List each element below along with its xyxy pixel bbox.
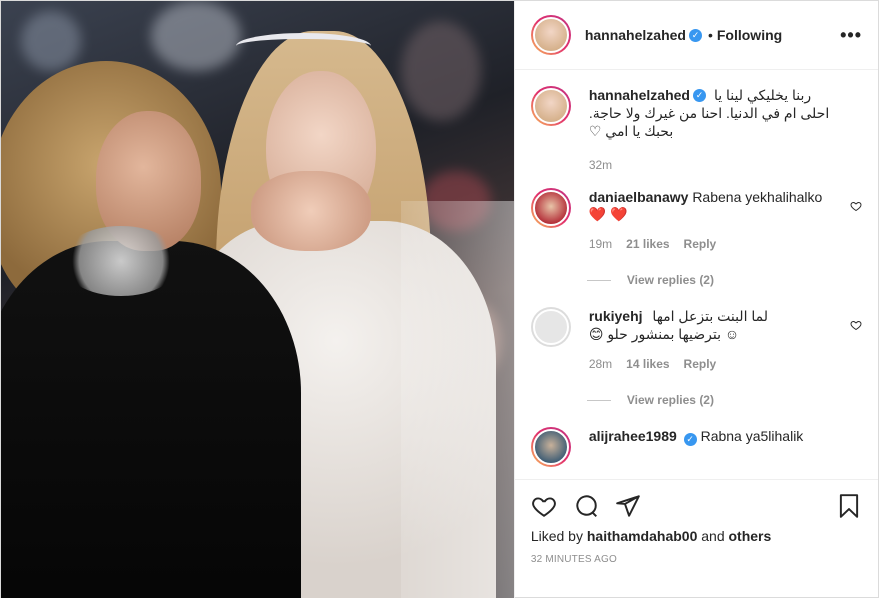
reply-button[interactable]: Reply [684,237,717,251]
post-photo[interactable] [1,1,514,598]
heart-icon[interactable] [531,493,557,519]
instagram-post: hannahelzahed ✓ • Following ••• hannahel… [0,0,879,598]
comment-like-heart-icon[interactable] [850,200,862,212]
comment-time[interactable]: 19m [589,237,612,251]
caption-username[interactable]: hannahelzahed [589,87,690,103]
liked-by-and: and [701,528,725,544]
post-side-panel: hannahelzahed ✓ • Following ••• hannahel… [513,1,878,598]
post-actions: Liked by haithamdahab00 and others 32 MI… [514,479,878,598]
caption-line-3: بحبك يا امي ♡ [588,123,674,139]
reply-button[interactable]: Reply [684,357,717,371]
comment-username[interactable]: rukiyehj [589,308,643,324]
liked-by-user[interactable]: haithamdahab00 [587,528,697,544]
comment-item: alijrahee1989 ✓ Rabna ya5lihalik [530,427,862,467]
bookmark-icon[interactable] [836,493,862,519]
separator-dot: • [707,27,713,43]
caption-avatar[interactable] [530,86,571,126]
comment-like-heart-icon[interactable] [850,319,862,331]
comment-time[interactable]: 28m [589,357,612,371]
comment-icon[interactable] [573,493,599,519]
post-timestamp[interactable]: 32 MINUTES AGO [531,554,862,565]
liked-by-others[interactable]: others [729,528,772,544]
verified-badge-icon: ✓ [683,432,697,446]
comment-likes[interactable]: 21 likes [626,237,669,251]
caption-line-1: ربنا يخليكي لينا يا [713,87,812,103]
comment-item: daniaelbanawy Rabena yekhalihalko ❤️ ❤️ … [530,188,862,251]
liked-by: Liked by haithamdahab00 and others [531,528,862,544]
comment-text: Rabna ya5lihalik [700,428,804,444]
comments-list[interactable]: hannahelzahed ✓ ربنا يخليكي لينا يا احلى… [515,70,878,479]
commenter-avatar-placeholder[interactable] [530,307,571,347]
liked-by-prefix: Liked by [530,528,583,544]
comment-text-line-2: ☺ بترضيها بمنشور حلو 😊 [588,326,740,342]
author-avatar[interactable] [530,15,571,55]
caption-line-2: احلى ام في الدنيا. احنا من غيرك ولا حاجة… [588,105,830,121]
commenter-avatar[interactable] [530,427,571,467]
author-username[interactable]: hannahelzahed [585,27,686,43]
comment-item: rukiyehj لما البنت بتزعل امها ☺ بترضيها … [530,307,862,371]
comment-likes[interactable]: 14 likes [626,357,669,371]
comment-text: Rabena yekhalihalko [692,189,823,205]
comment-username[interactable]: daniaelbanawy [589,189,689,205]
comment-text: لما البنت بتزعل امها [652,308,768,324]
share-icon[interactable] [615,493,641,519]
more-options-icon[interactable]: ••• [840,25,862,46]
caption-time[interactable]: 32m [589,158,612,172]
caption: hannahelzahed ✓ ربنا يخليكي لينا يا احلى… [530,86,862,172]
comment-username[interactable]: alijrahee1989 [589,428,677,444]
following-button[interactable]: Following [717,27,782,43]
commenter-avatar[interactable] [530,188,571,228]
post-header: hannahelzahed ✓ • Following ••• [514,1,878,70]
verified-badge-icon: ✓ [692,88,706,102]
comment-emoji: ❤️ ❤️ [588,206,628,222]
view-replies-button[interactable]: View replies (2) [586,393,862,407]
verified-badge-icon: ✓ [688,28,702,42]
view-replies-button[interactable]: View replies (2) [586,273,862,287]
